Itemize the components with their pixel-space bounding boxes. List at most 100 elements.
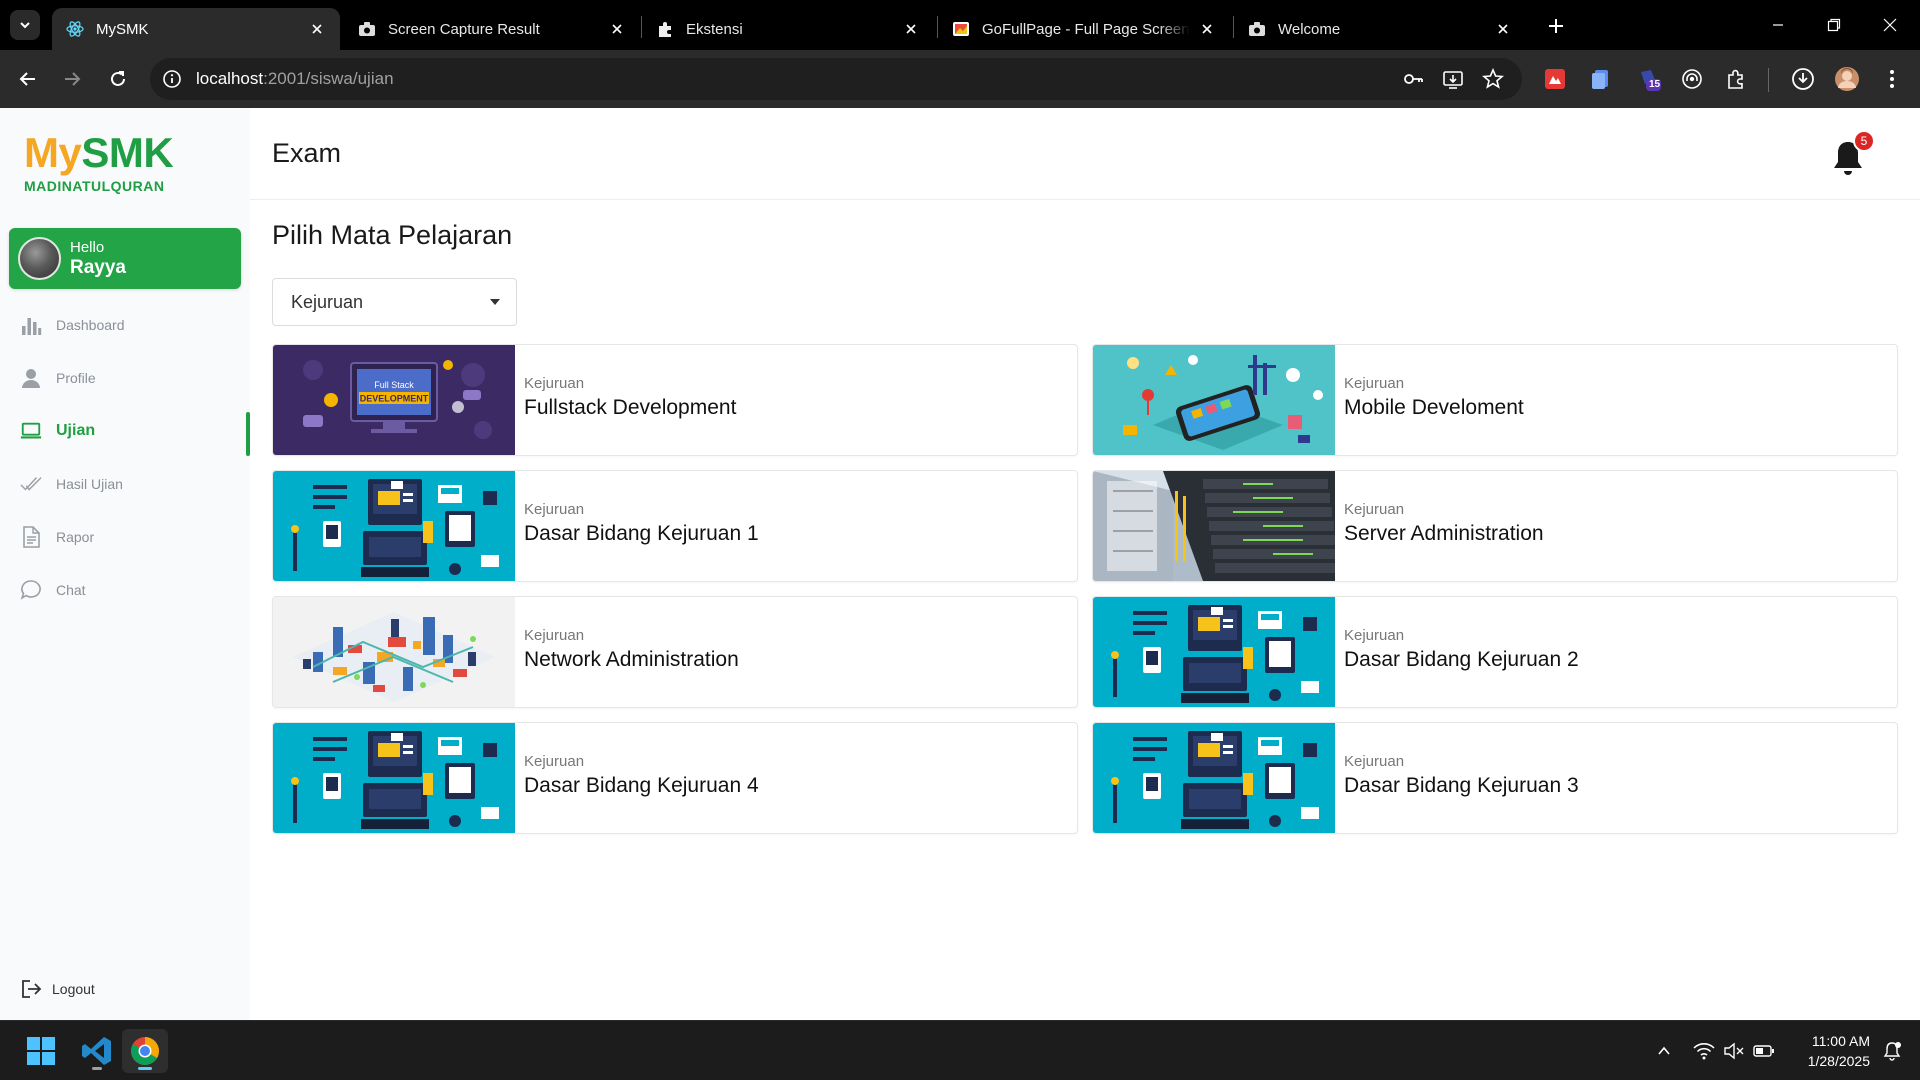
category-select[interactable]: Kejuruan xyxy=(272,278,517,326)
minimize-button[interactable] xyxy=(1750,0,1806,50)
subject-thumbnail xyxy=(273,723,515,833)
show-hidden-icons-button[interactable] xyxy=(1652,1039,1676,1063)
subject-thumbnail xyxy=(1093,723,1335,833)
volume-muted-icon[interactable] xyxy=(1722,1039,1746,1063)
subject-card-dasar-bidang-kejuruan-3[interactable]: Kejuruan Dasar Bidang Kejuruan 3 xyxy=(1092,722,1898,834)
close-icon[interactable] xyxy=(1198,20,1216,38)
battery-icon[interactable] xyxy=(1752,1039,1776,1063)
tab-mysmk[interactable]: MySMK xyxy=(52,8,340,50)
subject-thumbnail xyxy=(273,597,515,707)
camera-icon xyxy=(1248,20,1266,38)
category-select-value: Kejuruan xyxy=(291,291,364,312)
back-button[interactable] xyxy=(14,65,42,93)
sidebar-item-dashboard[interactable]: Dashboard xyxy=(0,298,250,351)
sidebar-item-label: Chat xyxy=(56,581,86,598)
subject-card-mobile-develoment[interactable]: Kejuruan Mobile Develoment xyxy=(1092,344,1898,456)
forward-button[interactable] xyxy=(58,65,86,93)
clock-time: 11:00 AM xyxy=(1811,1033,1870,1049)
close-icon[interactable] xyxy=(1494,20,1512,38)
sidebar-item-ujian[interactable]: Ujian xyxy=(0,404,250,457)
tab-ekstensi[interactable]: Ekstensi xyxy=(642,8,934,50)
sidebar-item-label: Ujian xyxy=(56,421,96,439)
downloads-icon[interactable] xyxy=(1789,65,1817,93)
logo-smk: SMK xyxy=(81,129,174,176)
wifi-icon[interactable] xyxy=(1692,1039,1716,1063)
extension-badge-icon[interactable]: 15 xyxy=(1634,65,1662,93)
url-text[interactable]: localhost:2001/siswa/ujian xyxy=(196,69,394,89)
sidebar-item-label: Rapor xyxy=(56,528,95,545)
user-greeting-card[interactable]: Hello Rayya xyxy=(9,228,241,289)
avatar xyxy=(18,237,61,280)
subject-card-server-administration[interactable]: Kejuruan Server Administration xyxy=(1092,470,1898,582)
system-clock[interactable]: 11:00 AM 1/28/2025 xyxy=(1780,1031,1870,1071)
subject-category: Kejuruan xyxy=(524,627,585,644)
tab-gofullpage[interactable]: GoFullPage - Full Page Screen Capture xyxy=(938,8,1230,50)
subject-card-network-administration[interactable]: Kejuruan Network Administration xyxy=(272,596,1078,708)
reload-button[interactable] xyxy=(104,65,132,93)
address-bar[interactable]: localhost:2001/siswa/ujian xyxy=(150,58,1522,100)
subject-thumbnail xyxy=(1093,471,1335,581)
extension-headset-icon[interactable] xyxy=(1678,65,1706,93)
tab-title: Screen Capture Result xyxy=(388,20,540,38)
taskbar-vscode[interactable] xyxy=(74,1029,120,1073)
browser-menu-icon[interactable] xyxy=(1878,65,1906,93)
logout-button[interactable]: Logout xyxy=(20,978,95,1000)
minimize-icon xyxy=(1773,24,1783,26)
close-icon[interactable] xyxy=(308,20,326,38)
tab-welcome[interactable]: Welcome xyxy=(1234,8,1526,50)
puzzle-icon xyxy=(656,20,674,38)
camera-icon xyxy=(358,20,376,38)
user-icon xyxy=(20,367,42,389)
subject-card-dasar-bidang-kejuruan-2[interactable]: Kejuruan Dasar Bidang Kejuruan 2 xyxy=(1092,596,1898,708)
sidebar-item-label: Dashboard xyxy=(56,316,125,333)
logo-my: My xyxy=(24,129,82,176)
sidebar-item-chat[interactable]: Chat xyxy=(0,563,250,616)
bookmark-star-icon[interactable] xyxy=(1482,68,1504,90)
tab-screen-capture[interactable]: Screen Capture Result xyxy=(344,8,640,50)
chevron-down-icon xyxy=(20,22,30,29)
sidebar: MySMK MADINATULQURAN Hello Rayya Dashboa… xyxy=(0,108,250,1020)
close-window-button[interactable] xyxy=(1862,0,1918,50)
site-info-icon[interactable] xyxy=(162,69,182,89)
subject-card-dasar-bidang-kejuruan-4[interactable]: Kejuruan Dasar Bidang Kejuruan 4 xyxy=(272,722,1078,834)
reload-icon xyxy=(111,71,125,86)
taskbar-chrome[interactable] xyxy=(122,1029,168,1073)
new-tab-button[interactable] xyxy=(1542,12,1570,40)
subject-name: Server Administration xyxy=(1344,522,1544,545)
bar-chart-icon xyxy=(20,314,42,336)
subject-category: Kejuruan xyxy=(1344,753,1405,770)
subject-name: Network Administration xyxy=(524,648,739,671)
tab-search-button[interactable] xyxy=(10,10,40,40)
start-button[interactable] xyxy=(18,1029,64,1073)
logo-subtitle: MADINATULQURAN xyxy=(24,178,165,194)
close-icon[interactable] xyxy=(902,20,920,38)
password-key-icon[interactable] xyxy=(1402,68,1424,90)
page-header: Exam 5 xyxy=(250,108,1920,200)
restore-button[interactable] xyxy=(1806,0,1862,50)
url-path: :2001/siswa/ujian xyxy=(263,69,394,88)
subject-thumbnail xyxy=(1093,597,1335,707)
subject-category: Kejuruan xyxy=(524,753,585,770)
extensions-puzzle-icon[interactable] xyxy=(1722,65,1750,93)
profile-avatar-icon[interactable] xyxy=(1833,65,1861,93)
react-icon xyxy=(66,20,84,38)
subject-card-dasar-bidang-kejuruan-1[interactable]: Kejuruan Dasar Bidang Kejuruan 1 xyxy=(272,470,1078,582)
close-icon[interactable] xyxy=(608,20,626,38)
subject-thumbnail xyxy=(273,471,515,581)
restore-icon xyxy=(1827,18,1841,32)
logo[interactable]: MySMK MADINATULQURAN xyxy=(24,129,174,195)
user-name: Rayya xyxy=(70,256,126,278)
extension-docs-icon[interactable] xyxy=(1586,65,1614,93)
sidebar-item-hasil-ujian[interactable]: Hasil Ujian xyxy=(0,457,250,510)
page-title: Exam xyxy=(272,138,342,168)
install-app-icon[interactable] xyxy=(1442,68,1464,90)
greeting-label: Hello xyxy=(70,238,105,256)
subject-card-fullstack-development[interactable]: Full Stack DEVELOPMENT Kejuruan Fullstac… xyxy=(272,344,1078,456)
logout-icon xyxy=(20,978,42,1000)
taskbar-active-indicator xyxy=(138,1067,152,1070)
notification-center-icon[interactable] xyxy=(1880,1039,1904,1063)
sidebar-item-rapor[interactable]: Rapor xyxy=(0,510,250,563)
sidebar-item-profile[interactable]: Profile xyxy=(0,351,250,404)
vscode-icon xyxy=(82,1037,111,1065)
extension-red-icon[interactable] xyxy=(1541,65,1569,93)
